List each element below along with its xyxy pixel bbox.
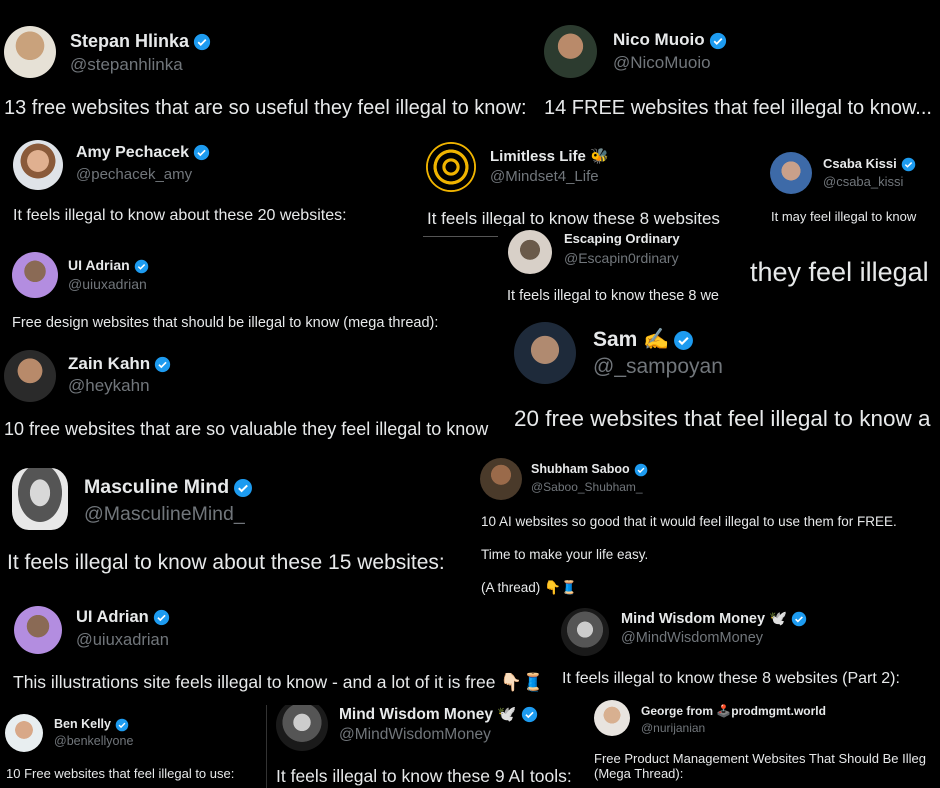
author-handle[interactable]: @pechacek_amy <box>76 166 192 183</box>
author-handle[interactable]: @MindWisdomMoney <box>621 630 763 646</box>
tweet-card[interactable]: Shubham Saboo @Saboo_Shubham_ 10 AI webs… <box>478 444 940 600</box>
author-name[interactable]: Nico Muoio <box>613 30 727 50</box>
verified-badge-icon <box>134 259 148 274</box>
avatar[interactable] <box>480 458 522 500</box>
avatar[interactable] <box>594 700 630 736</box>
author-handle[interactable]: @_sampoyan <box>593 355 723 379</box>
verified-badge-icon <box>115 718 129 732</box>
author-name[interactable]: Zain Kahn <box>68 354 171 374</box>
avatar[interactable] <box>13 140 63 190</box>
avatar[interactable] <box>276 705 328 751</box>
tweet-text: It feels illegal to know these 8 we <box>507 288 719 304</box>
author-name[interactable]: Masculine Mind <box>84 476 253 499</box>
verified-badge-icon <box>901 157 915 172</box>
tweet-card[interactable]: Sam ✍️ @_sampoyan 20 free websites that … <box>500 314 940 444</box>
verified-badge-icon <box>791 611 807 627</box>
tweet-card[interactable]: Mind Wisdom Money 🕊️ @MindWisdomMoney It… <box>267 705 590 788</box>
author-name[interactable]: Amy Pechacek <box>76 144 210 162</box>
author-name[interactable]: UI Adrian <box>68 257 149 274</box>
avatar[interactable] <box>4 26 56 78</box>
author-handle[interactable]: @Mindset4_Life <box>490 168 599 185</box>
tweet-text: Free Product Management Websites That Sh… <box>594 751 926 766</box>
avatar[interactable] <box>426 142 476 192</box>
tweet-text: This illustrations site feels illegal to… <box>13 672 544 692</box>
avatar[interactable] <box>4 350 56 402</box>
tweet-text: 14 FREE websites that feel illegal to kn… <box>544 97 932 119</box>
author-name[interactable]: Mind Wisdom Money 🕊️ <box>621 610 807 627</box>
author-handle[interactable]: @MasculineMind_ <box>84 503 245 526</box>
tweet-text-line-3: (A thread) 👇🧵 <box>481 580 578 595</box>
tweet-text-line-2: (Mega Thread): <box>594 766 684 781</box>
author-handle[interactable]: @heykahn <box>68 376 150 396</box>
verified-badge-icon <box>155 356 171 373</box>
tweet-text: 10 AI websites so good that it would fee… <box>481 514 897 529</box>
author-handle[interactable]: @uiuxadrian <box>76 631 169 650</box>
author-name[interactable]: Csaba Kissi <box>823 156 916 172</box>
author-name[interactable]: George from 🕹️prodmgmt.world <box>641 704 826 718</box>
author-name[interactable]: Stepan Hlinka <box>70 31 211 52</box>
author-name[interactable]: Shubham Saboo <box>531 462 648 477</box>
tweet-card[interactable]: Masculine Mind @MasculineMind_ It feels … <box>0 443 478 600</box>
tweet-text: It may feel illegal to know <box>771 209 917 224</box>
avatar[interactable] <box>514 322 576 384</box>
avatar[interactable] <box>14 606 62 654</box>
tweet-text-line-2: Time to make your life easy. <box>481 547 649 562</box>
verified-badge-icon <box>709 32 726 49</box>
author-handle[interactable]: @Escapin0rdinary <box>564 250 679 266</box>
tweet-text: It feels illegal to know these 9 AI tool… <box>276 766 572 786</box>
author-name[interactable]: Escaping Ordinary <box>564 231 680 246</box>
author-name[interactable]: UI Adrian <box>76 608 170 627</box>
tweet-text: It feels illegal to know about these 15 … <box>7 551 445 574</box>
author-name[interactable]: Ben Kelly <box>54 717 129 732</box>
verified-badge-icon <box>193 34 211 51</box>
author-name[interactable]: Limitless Life 🐝 <box>490 147 609 165</box>
author-handle[interactable]: @benkellyone <box>54 734 133 748</box>
tweet-text: they feel illegal <box>750 257 929 287</box>
avatar[interactable] <box>561 608 609 656</box>
tweet-card[interactable]: Csaba Kissi @csaba_kissi It may feel ill… <box>756 135 940 237</box>
verified-badge-icon <box>234 478 253 497</box>
tweet-card[interactable]: UI Adrian @uiuxadrian Free design websit… <box>0 237 500 343</box>
author-name[interactable]: Mind Wisdom Money 🕊️ <box>339 705 538 724</box>
tweet-card[interactable]: Amy Pechacek @pechacek_amy It feels ille… <box>0 135 418 237</box>
author-handle[interactable]: @stepanhlinka <box>70 55 183 75</box>
tweet-text: It feels illegal to know these 8 website… <box>562 670 900 687</box>
avatar[interactable] <box>12 468 68 530</box>
author-handle[interactable]: @Saboo_Shubham_ <box>531 480 643 494</box>
avatar[interactable] <box>508 230 552 274</box>
avatar[interactable] <box>12 252 58 298</box>
tweet-card[interactable]: UI Adrian @uiuxadrian This illustrations… <box>0 600 557 705</box>
tweet-text: 20 free websites that feel illegal to kn… <box>514 406 931 431</box>
avatar[interactable] <box>5 714 43 752</box>
verified-badge-icon <box>153 609 169 626</box>
tweet-card[interactable]: Zain Kahn @heykahn 10 free websites that… <box>0 343 500 443</box>
verified-badge-icon <box>634 463 647 477</box>
tweet-card[interactable]: Stepan Hlinka @stepanhlinka 13 free webs… <box>0 0 540 135</box>
author-handle[interactable]: @nurijanian <box>641 721 705 735</box>
author-handle[interactable]: @csaba_kissi <box>823 174 903 189</box>
author-handle[interactable]: @uiuxadrian <box>68 276 147 292</box>
avatar[interactable] <box>770 152 812 194</box>
author-handle[interactable]: @MindWisdomMoney <box>339 726 491 744</box>
tweet-card[interactable]: they feel illegal <box>745 237 940 314</box>
avatar[interactable] <box>544 25 597 78</box>
verified-badge-icon <box>674 331 694 350</box>
tweet-text: It feels illegal to know about these 20 … <box>13 207 347 224</box>
tweet-card[interactable]: Escaping Ordinary @Escapin0rdinary It fe… <box>500 226 745 314</box>
author-handle[interactable]: @NicoMuoio <box>613 53 711 73</box>
tweet-text: Free design websites that should be ille… <box>12 315 439 331</box>
tweet-card[interactable]: Nico Muoio @NicoMuoio 14 FREE websites t… <box>540 0 940 135</box>
tweet-card[interactable]: George from 🕹️prodmgmt.world @nurijanian… <box>590 690 940 788</box>
author-name[interactable]: Sam ✍️ <box>593 328 694 352</box>
tweet-text: 10 free websites that are so valuable th… <box>4 419 489 439</box>
tweet-card[interactable]: Ben Kelly @benkellyone 10 Free websites … <box>0 705 266 788</box>
tweet-card[interactable]: Limitless Life 🐝 @Mindset4_Life It feels… <box>418 135 756 237</box>
verified-badge-icon <box>521 707 537 723</box>
tweet-text: 10 Free websites that feel illegal to us… <box>6 766 235 781</box>
tweet-text: 13 free websites that are so useful they… <box>4 97 527 119</box>
verified-badge-icon <box>193 145 210 161</box>
